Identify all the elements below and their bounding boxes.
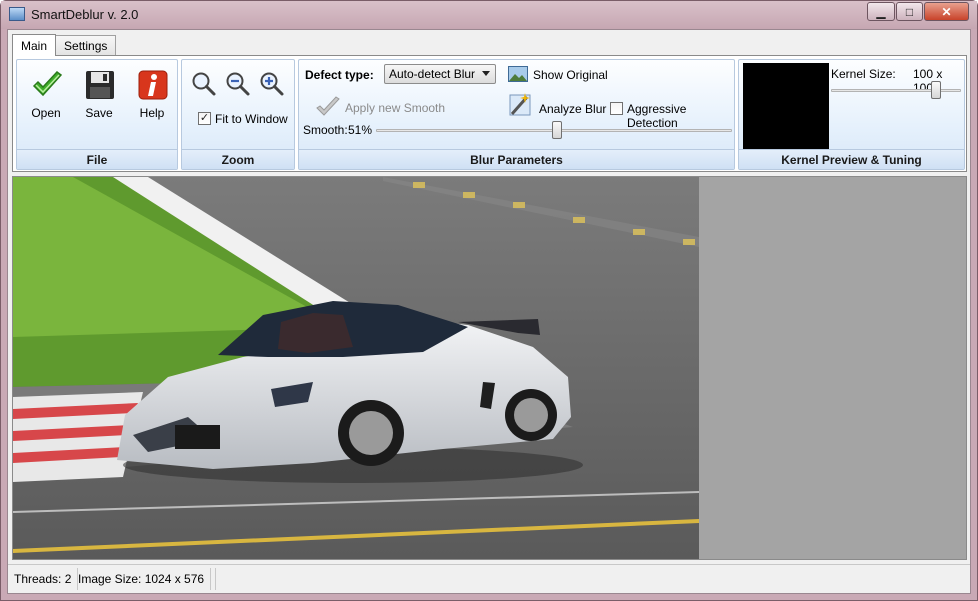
window-title: SmartDeblur v. 2.0 [31,7,139,22]
defect-type-value: Auto-detect Blur [389,67,476,81]
show-original-label[interactable]: Show Original [533,68,608,82]
check-icon: ✓ [199,112,210,124]
blur-parameters-caption: Blur Parameters [299,149,734,169]
app-icon [9,7,25,21]
zoom-out-icon[interactable] [225,71,251,97]
ribbon: Open Save Help File ✓ Fit to Window Zoom… [12,55,967,172]
show-original-image-icon[interactable] [508,66,528,82]
kernel-preview [743,63,829,149]
apply-smooth-checkmark-icon[interactable] [315,96,341,118]
smooth-label: Smooth: [303,123,348,137]
image-size-status: Image Size: 1024 x 576 [72,568,212,590]
kernel-group: Kernel Size: 100 x 100 Kernel Preview & … [738,59,965,170]
floppy-disk-icon [86,71,114,99]
analyze-blur-wand-icon[interactable] [509,92,533,118]
kernel-size-slider-track[interactable] [831,89,961,92]
file-group-caption: File [17,149,177,169]
open-checkmark-icon [32,70,63,97]
blur-parameters-group: Defect type: Auto-detect Blur Show Origi… [298,59,735,170]
chevron-down-icon [482,71,490,76]
help-button[interactable]: Help [127,68,177,126]
kernel-group-caption: Kernel Preview & Tuning [739,149,964,169]
defect-type-label: Defect type: [305,68,374,82]
client-area: Main Settings Open Save Help File ✓ Fit … [7,29,971,594]
status-bar: Threads: 2 Image Size: 1024 x 576 [8,564,970,593]
zoom-group-caption: Zoom [182,149,294,169]
tab-settings-label: Settings [64,39,108,53]
apply-new-smooth-label[interactable]: Apply new Smooth [345,101,445,115]
save-button[interactable]: Save [74,68,124,126]
help-info-icon [138,70,168,100]
title-bar[interactable]: SmartDeblur v. 2.0 ▁ □ ✕ [1,1,977,29]
aggressive-detection-checkbox[interactable] [610,102,623,115]
minimize-icon: ▁ [876,4,886,19]
loaded-image [13,177,699,559]
close-button[interactable]: ✕ [924,2,969,21]
tab-settings[interactable]: Settings [55,35,117,56]
smooth-slider-thumb[interactable] [552,121,563,139]
ribbon-tabs: Main Settings [12,34,117,56]
save-label: Save [85,106,113,120]
status-spacer [203,568,216,590]
fit-to-window-label[interactable]: Fit to Window [215,112,288,126]
defect-type-select[interactable]: Auto-detect Blur [384,64,496,84]
tab-main[interactable]: Main [12,34,57,56]
analyze-blur-label[interactable]: Analyze Blur [539,102,606,116]
file-group: Open Save Help File [16,59,178,170]
image-viewport[interactable] [12,176,967,560]
kernel-size-label: Kernel Size: [831,67,896,81]
aggressive-detection-label[interactable]: Aggressive Detection [627,102,734,130]
kernel-size-slider-thumb[interactable] [931,81,941,99]
help-label: Help [139,106,165,120]
zoom-fit-icon[interactable] [191,71,217,97]
zoom-in-icon[interactable] [259,71,285,97]
open-label: Open [31,106,61,120]
open-button[interactable]: Open [21,68,71,126]
minimize-button[interactable]: ▁ [867,2,895,21]
maximize-icon: □ [905,4,914,19]
maximize-button[interactable]: □ [896,2,923,21]
threads-status: Threads: 2 [8,568,79,590]
fit-to-window-checkbox[interactable]: ✓ [198,112,211,125]
smooth-value: 51% [348,123,373,137]
close-icon: ✕ [941,4,952,19]
app-window: SmartDeblur v. 2.0 ▁ □ ✕ Main Settings O… [0,0,978,601]
tab-main-label: Main [21,38,48,53]
zoom-group: ✓ Fit to Window Zoom [181,59,295,170]
